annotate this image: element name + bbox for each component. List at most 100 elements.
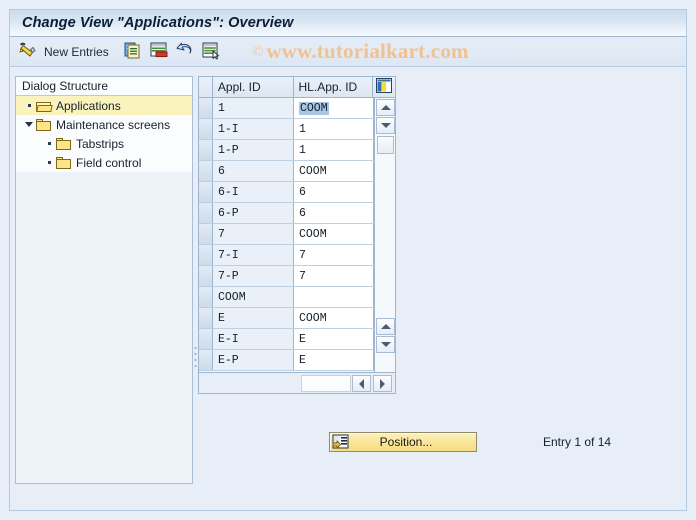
cell-appl-id[interactable]: 1-P [213,140,294,160]
cell-appl-id[interactable]: E-I [213,329,294,349]
cell-hl-app-id[interactable]: 1 [294,140,374,160]
position-button[interactable]: Position... [329,432,477,452]
cell-appl-id[interactable]: 6 [213,161,294,181]
cell-hl-app-id[interactable] [294,287,374,307]
undo-button[interactable] [173,40,199,64]
cell-hl-app-id[interactable]: E [294,350,374,370]
scroll-thumb[interactable] [377,136,394,154]
cell-hl-app-id[interactable]: COOM [294,308,374,328]
tree-bullet-icon [22,104,36,107]
table-row[interactable]: COOM [199,287,374,308]
table-body: 1 COOM 1-I 1 1-P 1 6 COOM 6-I 6 6-P 6 7 COOM 7-I 7 7-P 7 C… [199,98,374,373]
row-select-handle[interactable] [199,266,213,286]
tree-expander-icon[interactable] [22,122,36,127]
table-row[interactable]: 6-I 6 [199,182,374,203]
table-row[interactable]: E-P E [199,350,374,371]
select-all-button[interactable] [199,40,225,64]
cell-appl-id[interactable]: 7-I [213,245,294,265]
cell-hl-app-id[interactable]: 1 [294,119,374,139]
dialog-structure-panel: Dialog Structure Applications Maintenanc… [15,76,193,484]
copy-icon [122,40,146,63]
tree-item-maintenance-screens[interactable]: Maintenance screens [16,115,192,134]
column-header-hl-app-id[interactable]: HL.App. ID [293,77,374,97]
cell-hl-app-id[interactable]: COOM [294,98,374,118]
column-header-appl-id[interactable]: Appl. ID [212,77,294,97]
row-select-handle[interactable] [199,98,213,118]
cell-appl-id[interactable]: E-P [213,350,294,370]
hscroll-track[interactable] [301,375,351,392]
cell-appl-id[interactable]: 6-I [213,182,294,202]
cell-appl-id[interactable]: E [213,308,294,328]
cell-hl-app-id[interactable]: COOM [294,224,374,244]
undo-arrow-icon [174,40,198,63]
scroll-page-up-button[interactable] [376,318,395,335]
table-row[interactable]: 7-P 7 [199,266,374,287]
table-row[interactable]: 6 COOM [199,161,374,182]
delete-row-icon [148,40,172,63]
cell-appl-id[interactable]: 7 [213,224,294,244]
cell-hl-app-id[interactable]: 6 [294,203,374,223]
scroll-page-down-button[interactable] [376,336,395,353]
tree-item-label: Maintenance screens [56,117,171,132]
scroll-right-button[interactable] [373,375,392,392]
table-row[interactable]: 7 COOM [199,224,374,245]
delete-button[interactable] [147,40,173,64]
row-select-handle[interactable] [199,329,213,349]
cell-appl-id[interactable]: 1 [213,98,294,118]
sap-gui-window: Change View "Applications": Overview New… [0,0,696,520]
select-all-rows-header[interactable] [199,77,213,97]
tree-item-label: Applications [56,98,121,113]
table-vertical-scrollbar[interactable] [374,98,395,373]
tree-item-tabstrips[interactable]: Tabstrips [16,134,192,153]
table-horizontal-scrollbar[interactable] [199,372,395,393]
row-select-handle[interactable] [199,203,213,223]
cell-hl-app-id[interactable]: 7 [294,245,374,265]
tree-item-field-control[interactable]: Field control [16,153,192,172]
cell-hl-app-id[interactable]: 7 [294,266,374,286]
scroll-up-button[interactable] [376,99,395,116]
display-change-button[interactable] [16,40,42,64]
copy-button[interactable] [121,40,147,64]
column-config-button[interactable] [373,77,395,97]
row-select-handle[interactable] [199,140,213,160]
row-select-handle[interactable] [199,308,213,328]
content-area: Dialog Structure Applications Maintenanc… [9,67,687,511]
table-row[interactable]: 1-P 1 [199,140,374,161]
row-select-handle[interactable] [199,119,213,139]
scroll-left-button[interactable] [352,375,371,392]
select-details-icon [200,40,224,63]
splitter-grip-icon [194,346,197,370]
folder-open-icon [36,99,53,112]
tree-item-label: Field control [76,155,142,170]
table-row[interactable]: 1 COOM [199,98,374,119]
row-select-handle[interactable] [199,161,213,181]
cell-appl-id[interactable]: COOM [213,287,294,307]
folder-icon [56,137,72,150]
row-select-handle[interactable] [199,245,213,265]
tree-item-applications[interactable]: Applications [16,96,192,115]
row-select-handle[interactable] [199,224,213,244]
dialog-structure-header: Dialog Structure [16,77,192,96]
column-config-icon [376,78,393,96]
table-header-row: Appl. ID HL.App. ID [199,77,395,98]
folder-icon [36,118,52,131]
new-entries-label[interactable]: New Entries [42,45,115,59]
cell-appl-id[interactable]: 6-P [213,203,294,223]
cell-appl-id[interactable]: 7-P [213,266,294,286]
cell-hl-app-id[interactable]: E [294,329,374,349]
cell-hl-app-id[interactable]: 6 [294,182,374,202]
table-row[interactable]: 1-I 1 [199,119,374,140]
cell-hl-app-id[interactable]: COOM [294,161,374,181]
table-row[interactable]: 6-P 6 [199,203,374,224]
row-select-handle[interactable] [199,350,213,370]
table-row[interactable]: 7-I 7 [199,245,374,266]
row-select-handle[interactable] [199,182,213,202]
table-row[interactable]: E-I E [199,329,374,350]
row-select-handle[interactable] [199,287,213,307]
tree-bullet-icon [42,142,56,145]
cell-appl-id[interactable]: 1-I [213,119,294,139]
folder-icon [56,156,72,169]
position-jump-icon [332,434,350,450]
table-row[interactable]: E COOM [199,308,374,329]
scroll-down-button[interactable] [376,117,395,134]
